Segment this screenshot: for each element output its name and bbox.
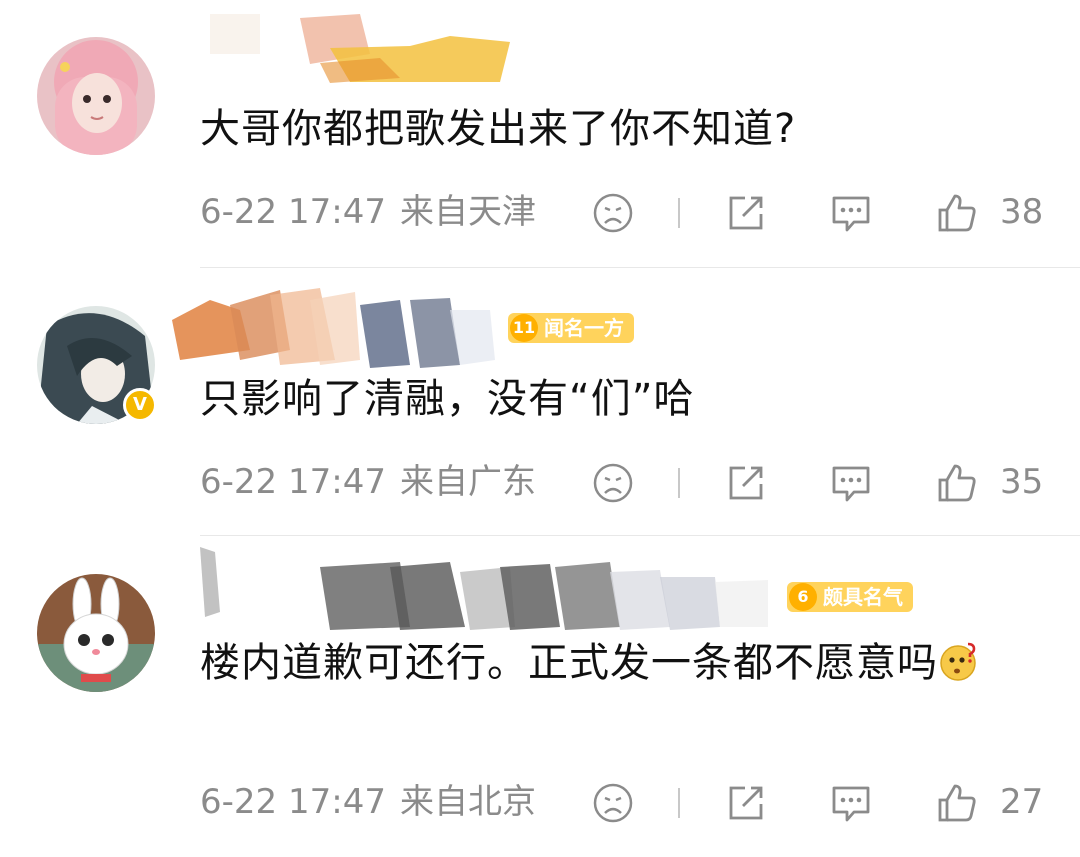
avatar[interactable] (37, 574, 155, 692)
divider (678, 468, 680, 498)
comment-bubble-icon[interactable] (830, 462, 872, 504)
comment-meta: 6-22 17:47 来自天津 38 (200, 184, 1060, 240)
level-number: 6 (789, 583, 817, 611)
sad-face-icon[interactable] (592, 782, 634, 824)
comment-text: 只影响了清融，没有“们”哈 (200, 376, 695, 422)
level-title: 颇具名气 (823, 585, 903, 609)
level-badge: 11 闻名一方 (508, 313, 634, 343)
divider (678, 198, 680, 228)
comment-meta: 6-22 17:47 来自广东 35 (200, 454, 1060, 510)
comment-time: 6-22 17:47 (200, 462, 386, 502)
share-icon[interactable] (725, 462, 767, 504)
comment-time: 6-22 17:47 (200, 192, 386, 232)
username-redacted[interactable] (170, 8, 510, 83)
sad-face-icon[interactable] (592, 462, 634, 504)
sad-face-icon[interactable] (592, 192, 634, 234)
thumbs-up-icon[interactable] (936, 782, 978, 824)
share-icon[interactable] (725, 782, 767, 824)
divider (678, 788, 680, 818)
avatar[interactable]: V (37, 306, 157, 424)
comment-text: 楼内道歉可还行。正式发一条都不愿意吗 (200, 632, 1040, 694)
comment-item: V 11 闻名一方 只影响了清融，没有“们”哈 6-22 17:47 来自广东 (0, 268, 1080, 536)
thinking-emoji-icon (940, 642, 976, 681)
like-count: 35 (1000, 462, 1044, 502)
like-count: 38 (1000, 192, 1044, 232)
comment-meta: 6-22 17:47 来自北京 27 (200, 774, 1060, 830)
comment-location: 来自天津 (400, 192, 536, 232)
comment-item: 6 颇具名气 楼内道歉可还行。正式发一条都不愿意吗 6-22 17:47 来自北… (0, 536, 1080, 857)
comment-time: 6-22 17:47 (200, 782, 386, 822)
level-title: 闻名一方 (544, 316, 624, 340)
verified-badge: V (123, 388, 157, 422)
avatar[interactable] (37, 37, 155, 155)
comment-location: 来自广东 (400, 462, 536, 502)
comment-text: 大哥你都把歌发出来了你不知道? (200, 106, 797, 152)
comment-item: 大哥你都把歌发出来了你不知道? 6-22 17:47 来自天津 38 (0, 0, 1080, 268)
username-redacted[interactable] (170, 280, 500, 368)
thumbs-up-icon[interactable] (936, 192, 978, 234)
level-number: 11 (510, 314, 538, 342)
share-icon[interactable] (725, 192, 767, 234)
comment-bubble-icon[interactable] (830, 192, 872, 234)
comment-location: 来自北京 (400, 782, 536, 822)
username-redacted[interactable] (170, 542, 770, 630)
like-count: 27 (1000, 782, 1044, 822)
comment-text-body: 楼内道歉可还行。正式发一条都不愿意吗 (200, 640, 938, 686)
comment-bubble-icon[interactable] (830, 782, 872, 824)
thumbs-up-icon[interactable] (936, 462, 978, 504)
level-badge: 6 颇具名气 (787, 582, 913, 612)
